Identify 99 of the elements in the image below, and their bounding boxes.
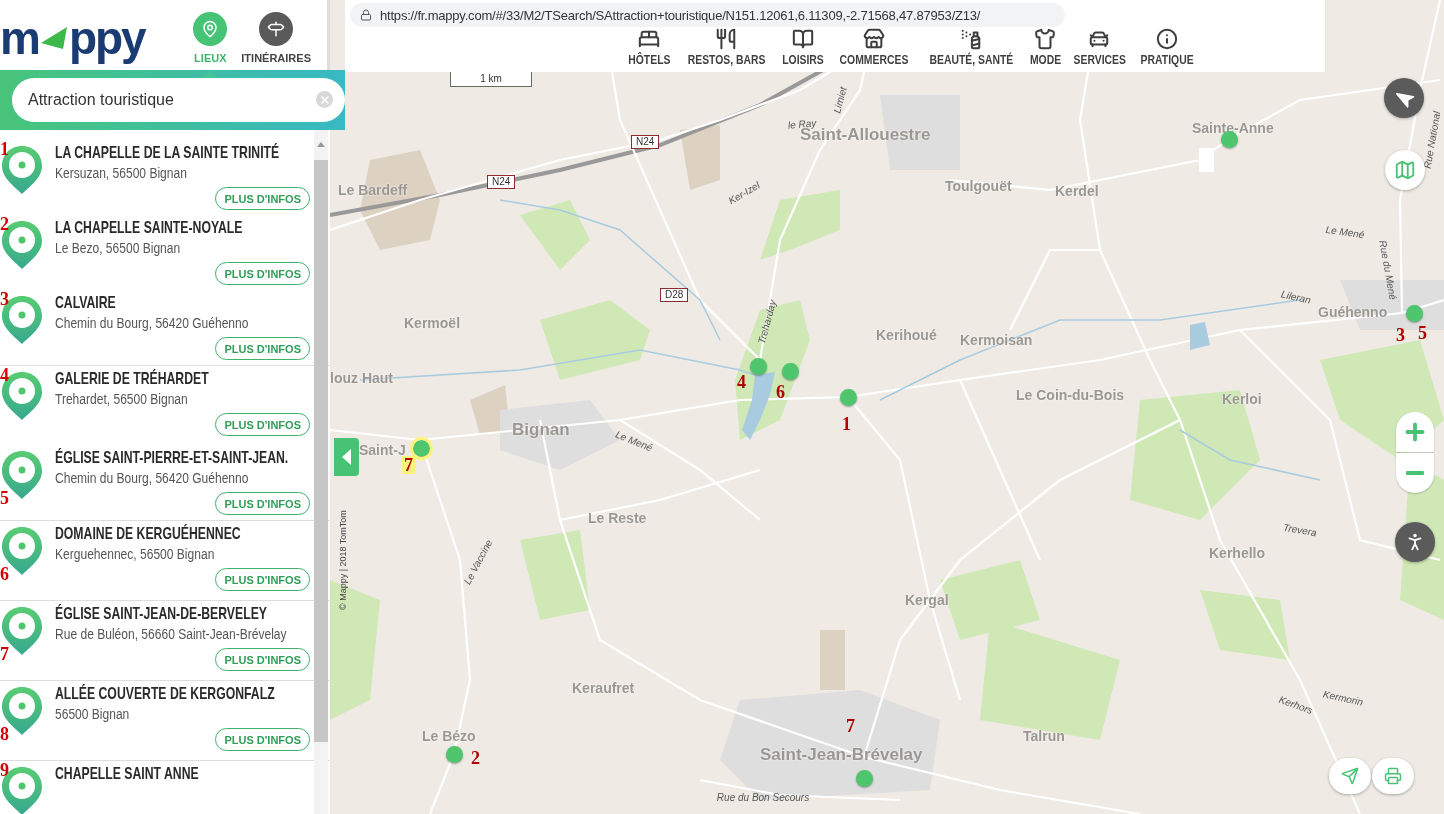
hotels-icon	[638, 28, 661, 50]
place-label: Saint-J	[359, 442, 406, 458]
annotation-number: 7	[0, 645, 9, 663]
place-label: Kermoël	[404, 315, 461, 331]
annotation-number: 4	[0, 366, 9, 384]
result-title[interactable]: CALVAIRE	[55, 292, 116, 314]
annotation-number: 9	[0, 761, 9, 779]
category-button[interactable]: LOISIRS	[779, 28, 828, 67]
street-label: Rue National	[1421, 110, 1443, 170]
result-title[interactable]: LA CHAPELLE SAINTE-NOYALE	[55, 217, 243, 239]
category-button[interactable]: COMMERCES	[833, 28, 915, 67]
copyright-text: © Mappy | 2018 TomTom	[338, 510, 348, 610]
place-label: Toulgouët	[945, 178, 1012, 194]
annotation-number: 1	[841, 415, 852, 433]
send-icon	[1341, 767, 1359, 785]
triangle-icon	[342, 449, 351, 465]
category-button[interactable]: BEAUTÉ, SANTÉ	[921, 28, 1022, 67]
result-address: Chemin du Bourg, 56420 Guéhenno	[55, 469, 249, 487]
annotation-number: 3	[0, 290, 9, 308]
category-button[interactable]: PRATIQUE	[1136, 28, 1199, 67]
annotation-number: 1	[0, 140, 9, 158]
place-label: Le Bézo	[422, 728, 476, 744]
result-address: 56500 Bignan	[55, 705, 130, 723]
search-field[interactable]: Attraction touristique	[12, 78, 345, 122]
road-shield: D28	[660, 288, 689, 302]
place-label: Kerloi	[1222, 391, 1262, 407]
street-label: Le Mené	[1324, 223, 1366, 241]
zoom-out-button[interactable]	[1396, 453, 1434, 493]
fashion-icon	[1034, 28, 1057, 50]
result-address: Kerguehennec, 56500 Bignan	[55, 545, 215, 563]
address-bar[interactable]: https://fr.mappy.com/#/33/M2/TSearch/SAttraction+touristique/N151.12061,6.11309,-2.71568,47.87953/Z13/	[350, 3, 1065, 27]
signpost-icon	[267, 20, 286, 38]
annotation-number: 2	[470, 749, 481, 767]
annotation-number: 4	[736, 373, 747, 391]
place-label: Bignan	[512, 420, 570, 440]
annotation-number: 6	[775, 383, 786, 401]
result-title[interactable]: CHAPELLE SAINT ANNE	[55, 763, 199, 785]
place-label: Kerdel	[1055, 183, 1099, 199]
result-address: Trehardet, 56500 Bignan	[55, 390, 188, 408]
annotation-number: 3	[1395, 326, 1406, 344]
result-title[interactable]: GALERIE DE TRÉHARDET	[55, 368, 209, 390]
category-button[interactable]: SERVICES	[1068, 28, 1131, 67]
place-label: Kergal	[905, 592, 949, 608]
place-label: Le Bardeff	[338, 182, 408, 198]
printer-icon	[1384, 767, 1402, 785]
place-label: Talrun	[1023, 728, 1065, 744]
place-label: Guéhenno	[1318, 304, 1388, 320]
annotation-number: 6	[0, 565, 9, 583]
lock-icon	[360, 9, 372, 21]
place-label: Le Reste	[588, 510, 647, 526]
leisure-icon	[792, 28, 814, 50]
result-title[interactable]: ALLÉE COUVERTE DE KERGONFALZ	[55, 683, 275, 705]
place-label: Kerhello	[1209, 545, 1265, 561]
road-shield: N24	[487, 175, 516, 189]
place-label: Kerihoué	[876, 327, 937, 343]
category-button[interactable]: MODE	[1027, 28, 1063, 67]
minus-icon	[1406, 471, 1424, 475]
place-label: Saint-Jean-Brévelay	[760, 745, 923, 765]
scale-bar: 1 km	[450, 72, 532, 87]
map-icon	[1394, 159, 1416, 181]
street-label: Rue du Mené	[1377, 239, 1399, 301]
annotation-number: 8	[0, 725, 9, 743]
road-shield: N24	[631, 135, 660, 149]
annotation-number: 7	[402, 456, 415, 474]
street-label: Limiet	[831, 85, 849, 115]
annotation-number: 7	[845, 717, 856, 735]
zoom-in-button[interactable]	[1396, 412, 1434, 452]
street-label: Kermorin	[1322, 688, 1364, 708]
map-marker[interactable]	[413, 440, 430, 457]
shops-icon	[863, 28, 885, 50]
beauty-icon	[960, 28, 983, 50]
result-title[interactable]: DOMAINE DE KERGUÉHENNEC	[55, 523, 241, 545]
result-address: Rue de Buléon, 56660 Saint-Jean-Brévelay	[55, 625, 287, 643]
annotation-number: 5	[1417, 324, 1428, 342]
collapse-panel-button[interactable]	[334, 438, 359, 476]
place-label: Sainte-Anne	[1192, 120, 1274, 136]
scrollbar[interactable]	[314, 130, 328, 814]
result-address: Le Bezo, 56500 Bignan	[55, 239, 181, 257]
annotation-number: 2	[0, 215, 9, 233]
annotation-number: 5	[0, 489, 9, 507]
street-label: Trevera	[1282, 521, 1318, 539]
street-label: Lileran	[1280, 288, 1312, 306]
info-icon	[1156, 28, 1179, 50]
result-address: Kersuzan, 56500 Bignan	[55, 164, 187, 182]
restaurants-icon	[715, 28, 738, 50]
street-label: Rue du Bon Secours	[716, 791, 810, 803]
mappy-logo[interactable]: m ppy	[0, 0, 145, 78]
result-title[interactable]: ÉGLISE SAINT-PIERRE-ET-SAINT-JEAN.	[55, 447, 289, 469]
place-label: Keraufret	[572, 680, 635, 696]
category-button[interactable]: RESTOS, BARS	[679, 28, 773, 67]
result-title[interactable]: ÉGLISE SAINT-JEAN-DE-BERVELEY	[55, 603, 267, 625]
result-address: Chemin du Bourg, 56420 Guéhenno	[55, 314, 249, 332]
mode-tab[interactable]: ITINÉRAIRES	[241, 12, 311, 64]
result-title[interactable]: LA CHAPELLE DE LA SAINTE TRINITÉ	[55, 142, 280, 164]
scroll-up-icon[interactable]	[317, 142, 325, 147]
street-label: Le Mené	[613, 428, 655, 454]
place-label: Le Coin-du-Bois	[1016, 387, 1125, 403]
map-pin-icon	[201, 20, 220, 38]
category-button[interactable]: HÔTELS	[625, 28, 674, 67]
